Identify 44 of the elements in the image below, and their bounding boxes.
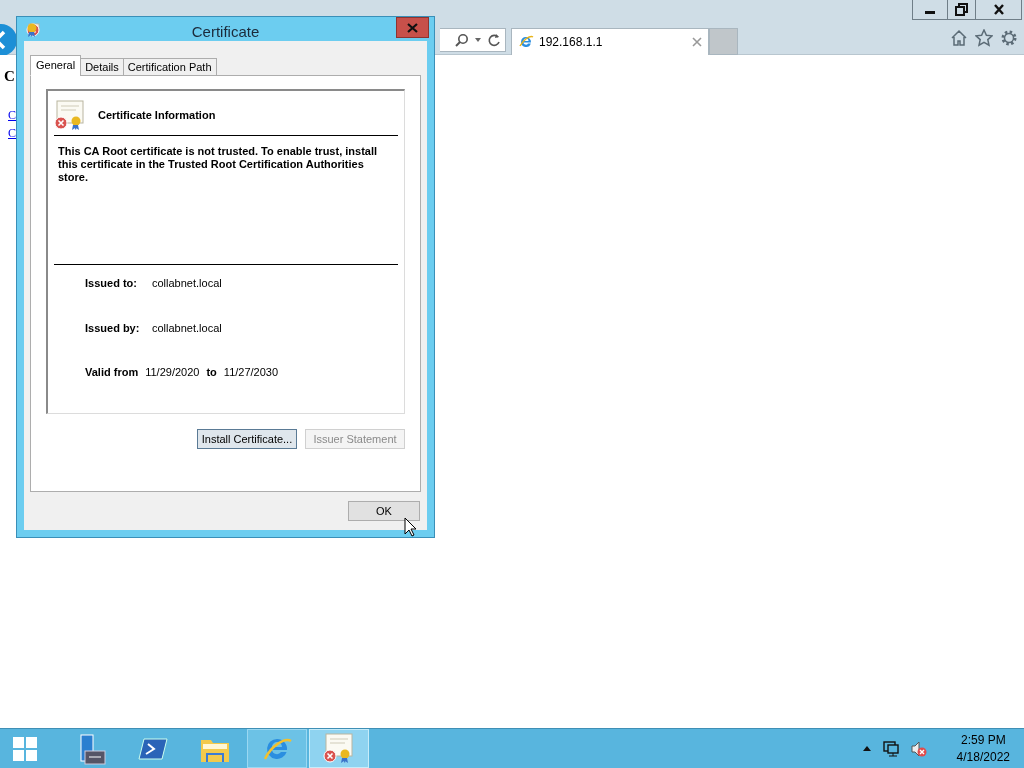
mouse-pointer-icon bbox=[404, 517, 418, 537]
certificate-icon bbox=[323, 732, 355, 765]
minimize-icon bbox=[925, 11, 935, 14]
field-label: Issued by: bbox=[85, 320, 141, 336]
dialog-tab[interactable]: General bbox=[30, 55, 82, 76]
field-label: Issued to: bbox=[85, 276, 138, 291]
muted-speaker-icon bbox=[910, 740, 927, 757]
ok-button[interactable]: OK bbox=[348, 501, 420, 521]
field-value: 11/27/2030 bbox=[223, 365, 279, 380]
caret-icon bbox=[475, 38, 481, 42]
field-value: collabnet.local bbox=[152, 320, 222, 336]
address-field[interactable] bbox=[440, 28, 506, 52]
refresh-icon bbox=[487, 33, 501, 47]
info-title: Certificate Information bbox=[98, 107, 216, 123]
certificate-icon bbox=[26, 23, 42, 37]
settings-icon[interactable] bbox=[1000, 29, 1018, 47]
field-label: to bbox=[206, 365, 217, 380]
windows-logo-icon bbox=[12, 735, 38, 762]
dialog-tab[interactable]: Details bbox=[80, 58, 124, 76]
taskbar-app[interactable] bbox=[309, 729, 369, 768]
field-label: Valid from bbox=[85, 365, 139, 380]
trust-message: This CA Root certificate is not trusted. To enable trust, install this certificate in the Trusted Root Certification Authorities store. bbox=[57, 145, 379, 185]
page-heading: C bbox=[4, 67, 15, 86]
search-icon bbox=[455, 33, 469, 47]
close-icon bbox=[407, 22, 418, 33]
caret-icon bbox=[862, 746, 871, 751]
field-value: collabnet.local bbox=[152, 276, 222, 291]
close-icon bbox=[692, 37, 702, 47]
dialog-title: Certificate bbox=[191, 21, 260, 42]
page-link[interactable]: C bbox=[8, 106, 16, 124]
dialog-button[interactable]: Install Certificate... bbox=[197, 429, 297, 449]
home-icon[interactable] bbox=[950, 29, 968, 47]
taskbar-app[interactable] bbox=[247, 729, 307, 768]
tab-title: 192.168.1.1 bbox=[539, 34, 604, 51]
ie-icon bbox=[518, 34, 534, 50]
dialog-tab[interactable]: Certification Path bbox=[122, 58, 217, 76]
clock-date[interactable]: 4/18/2022 bbox=[956, 748, 1010, 766]
browser-tab[interactable]: 192.168.1.1 bbox=[511, 28, 709, 55]
network-icon bbox=[882, 740, 899, 757]
star-icon[interactable] bbox=[975, 29, 993, 47]
certificate-icon bbox=[54, 100, 86, 130]
clock-time[interactable]: 2:59 PM bbox=[960, 731, 1006, 749]
page-link[interactable]: C bbox=[8, 124, 16, 142]
field-value: 11/29/2020 bbox=[145, 365, 200, 380]
